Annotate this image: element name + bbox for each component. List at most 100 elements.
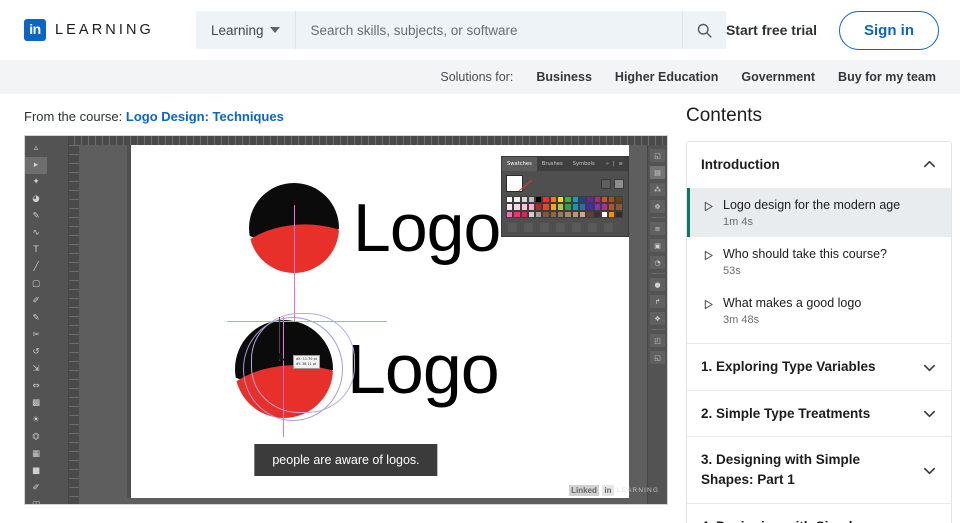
tool-paintbrush-icon[interactable]: ✐ <box>25 293 47 310</box>
swatch-color[interactable] <box>520 203 528 211</box>
swatch-link-icon[interactable] <box>524 222 533 232</box>
swatch-color[interactable] <box>578 203 587 211</box>
tool-width-icon[interactable]: ⇔ <box>25 378 47 395</box>
lesson-item[interactable]: What makes a good logo 3m 48s <box>687 286 951 335</box>
swatch-color[interactable] <box>608 196 616 204</box>
illustrator-tool-palette[interactable]: ▵ ▸ ✦ ◕ ✎ ∿ T ╱ ▢ ✐ ✎ ✂ ↺ ⇲ ⇔ ▩ ☀ ⏣ ▦ ■ <box>25 136 69 504</box>
dock-panel-icon[interactable]: ▣ <box>650 239 665 252</box>
dock-panel-icon[interactable]: ◔ <box>650 256 665 269</box>
swatch-color[interactable] <box>600 210 609 218</box>
swatch-color[interactable] <box>542 196 550 204</box>
solutions-link-business[interactable]: Business <box>536 70 592 84</box>
contents-section-header[interactable]: 1. Exploring Type Variables <box>687 343 951 390</box>
swatches-grid-view-icon[interactable] <box>614 178 624 189</box>
tool-freetransform-icon[interactable]: ▩ <box>25 395 47 412</box>
tab-swatches[interactable]: Swatches <box>502 157 537 171</box>
swatches-panel[interactable]: Swatches Brushes Symbols » | ≡ <box>501 156 629 237</box>
linkedin-learning-logo[interactable]: in LEARNING <box>24 19 154 41</box>
contents-section-header[interactable]: 3. Designing with Simple Shapes: Part 1 <box>687 436 951 503</box>
dock-panel-icon[interactable]: ◰ <box>650 334 665 347</box>
swatch-color[interactable] <box>600 196 609 204</box>
swatch-color[interactable] <box>549 203 558 211</box>
swatch-color[interactable] <box>600 203 609 211</box>
swatch-color[interactable] <box>586 203 594 211</box>
tool-scale-icon[interactable]: ⇲ <box>25 361 47 378</box>
tool-lasso-icon[interactable]: ◕ <box>25 191 47 208</box>
tool-blend-icon[interactable]: ◰ <box>25 497 47 504</box>
swatch-color[interactable] <box>564 196 572 204</box>
tool-selection-icon[interactable]: ▵ <box>25 140 47 157</box>
search-input[interactable] <box>296 11 682 49</box>
swatch-color[interactable] <box>542 203 550 211</box>
swatch-color[interactable] <box>513 210 521 218</box>
chevron-down-icon[interactable] <box>922 463 937 478</box>
sign-in-button[interactable]: Sign in <box>838 10 939 50</box>
swatch-color[interactable] <box>506 203 514 211</box>
tool-curvature-icon[interactable]: ∿ <box>25 225 47 242</box>
tool-type-icon[interactable]: T <box>25 242 47 259</box>
dock-panel-icon[interactable]: ❖ <box>650 312 665 325</box>
dock-panel-icon[interactable]: ☸ <box>650 200 665 213</box>
swatch-color[interactable] <box>535 196 543 204</box>
swatch-color[interactable] <box>542 210 550 218</box>
panel-menu-icon[interactable]: » | ≡ <box>606 161 628 167</box>
tool-pen-icon[interactable]: ✎ <box>25 208 47 225</box>
swatch-color[interactable] <box>586 196 594 204</box>
breadcrumb-course-link[interactable]: Logo Design: Techniques <box>126 109 284 124</box>
swatch-color[interactable] <box>535 203 543 211</box>
swatches-list-view-icon[interactable] <box>601 178 611 189</box>
swatch-color[interactable] <box>608 210 616 218</box>
swatch-color[interactable] <box>557 196 565 204</box>
swatch-color[interactable] <box>608 203 616 211</box>
swatch-color[interactable] <box>586 210 594 218</box>
tool-perspective-icon[interactable]: ⏣ <box>25 429 47 446</box>
swatch-new-icon[interactable] <box>588 222 597 232</box>
tool-shapebuilder-icon[interactable]: ☀ <box>25 412 47 429</box>
lesson-item[interactable]: Logo design for the modern age 1m 4s <box>687 187 951 237</box>
dock-panel-icon[interactable]: ● <box>650 278 665 291</box>
swatch-color[interactable] <box>571 203 579 211</box>
dock-panel-icon[interactable]: ↱ <box>650 295 665 308</box>
swatch-color[interactable] <box>557 210 565 218</box>
swatch-color[interactable] <box>593 210 601 218</box>
tool-gradient-icon[interactable]: ■ <box>25 463 47 480</box>
tool-rotate-icon[interactable]: ↺ <box>25 344 47 361</box>
swatch-color[interactable] <box>506 210 514 218</box>
dock-panel-icon[interactable]: ◱ <box>650 149 665 162</box>
swatch-color[interactable] <box>527 203 536 211</box>
solutions-link-higher-education[interactable]: Higher Education <box>615 70 718 84</box>
swatch-color[interactable] <box>578 196 587 204</box>
swatch-color[interactable] <box>564 203 572 211</box>
swatch-color[interactable] <box>549 196 558 204</box>
tool-mesh-icon[interactable]: ▦ <box>25 446 47 463</box>
tool-eyedropper-icon[interactable]: ✐ <box>25 480 47 497</box>
swatch-color[interactable] <box>571 196 579 204</box>
video-player[interactable]: ▵ ▸ ✦ ◕ ✎ ∿ T ╱ ▢ ✐ ✎ ✂ ↺ ⇲ ⇔ ▩ ☀ ⏣ ▦ ■ <box>24 135 668 505</box>
swatch-color[interactable] <box>615 196 623 204</box>
swatch-group-icon[interactable] <box>556 222 565 232</box>
swatch-color[interactable] <box>513 196 521 204</box>
start-free-trial-button[interactable]: Start free trial <box>726 22 817 38</box>
swatch-color[interactable] <box>527 196 536 204</box>
swatch-color[interactable] <box>564 210 572 218</box>
solutions-link-government[interactable]: Government <box>741 70 815 84</box>
dock-panel-icon[interactable]: ◱ <box>650 351 665 364</box>
lesson-item[interactable]: Who should take this course? 53s <box>687 237 951 286</box>
tool-direct-selection-icon[interactable]: ▸ <box>25 157 47 174</box>
swatch-color[interactable] <box>578 210 587 218</box>
swatches-active-fill[interactable] <box>506 175 523 192</box>
swatch-color[interactable] <box>506 196 514 204</box>
search-scope-dropdown[interactable]: Learning <box>196 11 297 49</box>
swatch-color[interactable] <box>549 210 558 218</box>
dock-panel-icon[interactable]: ⁂ <box>650 183 665 196</box>
swatches-color-grid[interactable] <box>502 194 628 220</box>
swatch-color[interactable] <box>593 203 601 211</box>
tool-scissors-icon[interactable]: ✂ <box>25 327 47 344</box>
swatch-color[interactable] <box>593 196 601 204</box>
swatch-color[interactable] <box>513 203 521 211</box>
swatch-color[interactable] <box>571 210 579 218</box>
dock-panel-icon[interactable]: ▤ <box>650 166 665 179</box>
chevron-up-icon[interactable] <box>922 157 937 172</box>
swatch-color[interactable] <box>615 203 623 211</box>
swatch-libraries-icon[interactable] <box>508 222 517 232</box>
